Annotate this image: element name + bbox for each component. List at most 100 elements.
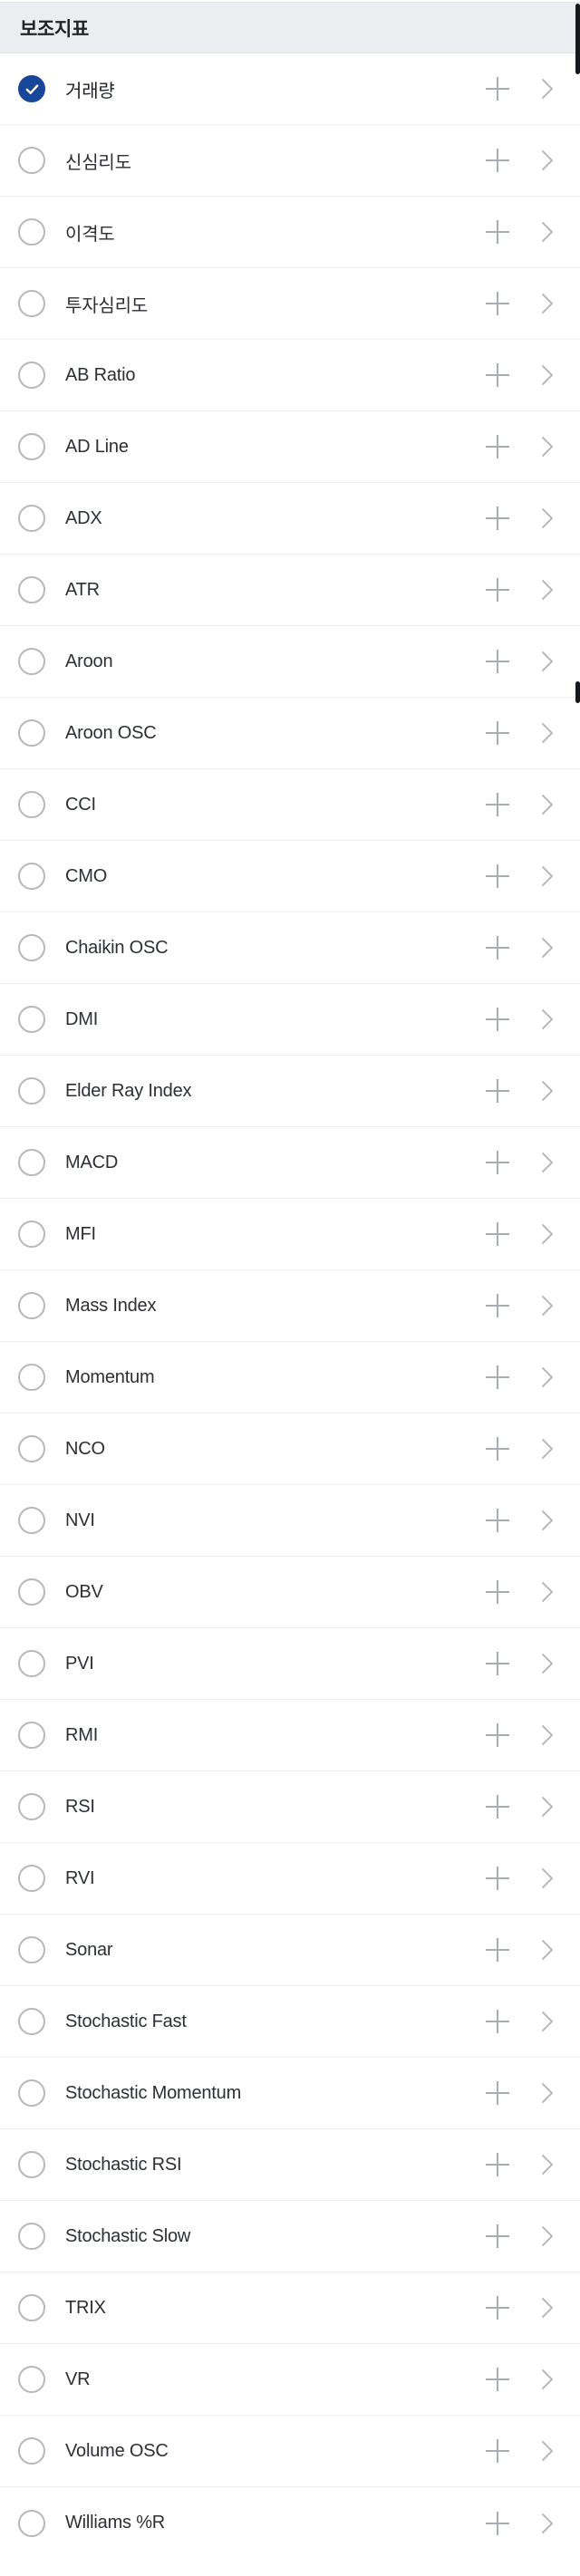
plus-icon[interactable] xyxy=(486,1294,509,1317)
indicator-row[interactable]: OBV xyxy=(0,1557,580,1628)
chevron-right-icon[interactable] xyxy=(540,2368,555,2391)
checkbox-unchecked-icon[interactable] xyxy=(18,2437,45,2465)
chevron-right-icon[interactable] xyxy=(540,936,555,960)
indicator-row[interactable]: NCO xyxy=(0,1413,580,1485)
checkbox-unchecked-icon[interactable] xyxy=(18,2079,45,2107)
chevron-right-icon[interactable] xyxy=(540,2512,555,2535)
plus-icon[interactable] xyxy=(486,721,509,745)
indicator-row[interactable]: Aroon xyxy=(0,626,580,698)
indicator-row[interactable]: VR xyxy=(0,2344,580,2416)
plus-icon[interactable] xyxy=(486,507,509,530)
chevron-right-icon[interactable] xyxy=(540,77,555,101)
checkbox-unchecked-icon[interactable] xyxy=(18,2509,45,2537)
indicator-row[interactable]: RSI xyxy=(0,1771,580,1843)
indicator-row[interactable]: PVI xyxy=(0,1628,580,1700)
chevron-right-icon[interactable] xyxy=(540,793,555,816)
plus-icon[interactable] xyxy=(486,793,509,816)
chevron-right-icon[interactable] xyxy=(540,1222,555,1246)
indicator-row[interactable]: Stochastic Fast xyxy=(0,1986,580,2058)
checkbox-unchecked-icon[interactable] xyxy=(18,2151,45,2178)
checkbox-unchecked-icon[interactable] xyxy=(18,1292,45,1319)
indicator-row[interactable]: Stochastic Momentum xyxy=(0,2058,580,2129)
chevron-right-icon[interactable] xyxy=(540,435,555,458)
indicator-row[interactable]: 투자심리도 xyxy=(0,268,580,340)
chevron-right-icon[interactable] xyxy=(540,507,555,530)
indicator-row[interactable]: Momentum xyxy=(0,1342,580,1413)
indicator-row[interactable]: Elder Ray Index xyxy=(0,1056,580,1127)
checkbox-unchecked-icon[interactable] xyxy=(18,1793,45,1820)
checkbox-unchecked-icon[interactable] xyxy=(18,1077,45,1105)
chevron-right-icon[interactable] xyxy=(540,1294,555,1317)
plus-icon[interactable] xyxy=(486,1509,509,1532)
checkbox-unchecked-icon[interactable] xyxy=(18,218,45,246)
chevron-right-icon[interactable] xyxy=(540,721,555,745)
checkbox-unchecked-icon[interactable] xyxy=(18,362,45,389)
plus-icon[interactable] xyxy=(486,1008,509,1031)
indicator-row[interactable]: Mass Index xyxy=(0,1270,580,1342)
chevron-right-icon[interactable] xyxy=(540,1795,555,1819)
checkbox-unchecked-icon[interactable] xyxy=(18,648,45,675)
plus-icon[interactable] xyxy=(486,1867,509,1890)
checkbox-unchecked-icon[interactable] xyxy=(18,1507,45,1534)
plus-icon[interactable] xyxy=(486,292,509,315)
plus-icon[interactable] xyxy=(486,1079,509,1103)
plus-icon[interactable] xyxy=(486,435,509,458)
checkbox-checked-icon[interactable] xyxy=(18,75,45,102)
chevron-right-icon[interactable] xyxy=(540,864,555,888)
chevron-right-icon[interactable] xyxy=(540,2224,555,2248)
chevron-right-icon[interactable] xyxy=(540,2010,555,2033)
indicator-row[interactable]: TRIX xyxy=(0,2272,580,2344)
plus-icon[interactable] xyxy=(486,1795,509,1819)
checkbox-unchecked-icon[interactable] xyxy=(18,1220,45,1248)
chevron-right-icon[interactable] xyxy=(540,292,555,315)
checkbox-unchecked-icon[interactable] xyxy=(18,433,45,460)
indicator-row[interactable]: Stochastic Slow xyxy=(0,2201,580,2272)
plus-icon[interactable] xyxy=(486,2010,509,2033)
plus-icon[interactable] xyxy=(486,1723,509,1747)
chevron-right-icon[interactable] xyxy=(540,2153,555,2176)
chevron-right-icon[interactable] xyxy=(540,1151,555,1174)
plus-icon[interactable] xyxy=(486,77,509,101)
plus-icon[interactable] xyxy=(486,578,509,602)
indicator-row[interactable]: Aroon OSC xyxy=(0,698,580,769)
plus-icon[interactable] xyxy=(486,1652,509,1675)
indicator-row[interactable]: AB Ratio xyxy=(0,340,580,411)
checkbox-unchecked-icon[interactable] xyxy=(18,1364,45,1391)
chevron-right-icon[interactable] xyxy=(540,149,555,172)
chevron-right-icon[interactable] xyxy=(540,1509,555,1532)
indicator-row[interactable]: RVI xyxy=(0,1843,580,1915)
chevron-right-icon[interactable] xyxy=(540,220,555,244)
plus-icon[interactable] xyxy=(486,2153,509,2176)
plus-icon[interactable] xyxy=(486,1365,509,1389)
chevron-right-icon[interactable] xyxy=(540,1652,555,1675)
chevron-right-icon[interactable] xyxy=(540,1723,555,1747)
chevron-right-icon[interactable] xyxy=(540,1079,555,1103)
checkbox-unchecked-icon[interactable] xyxy=(18,2366,45,2393)
indicator-row[interactable]: 신심리도 xyxy=(0,125,580,197)
chevron-right-icon[interactable] xyxy=(540,1008,555,1031)
chevron-right-icon[interactable] xyxy=(540,1365,555,1389)
plus-icon[interactable] xyxy=(486,936,509,960)
indicator-row[interactable]: DMI xyxy=(0,984,580,1056)
checkbox-unchecked-icon[interactable] xyxy=(18,934,45,961)
checkbox-unchecked-icon[interactable] xyxy=(18,576,45,603)
plus-icon[interactable] xyxy=(486,2511,509,2535)
checkbox-unchecked-icon[interactable] xyxy=(18,791,45,818)
checkbox-unchecked-icon[interactable] xyxy=(18,1650,45,1677)
chevron-right-icon[interactable] xyxy=(540,1867,555,1890)
checkbox-unchecked-icon[interactable] xyxy=(18,1865,45,1892)
indicator-row[interactable]: ADX xyxy=(0,483,580,555)
plus-icon[interactable] xyxy=(486,1580,509,1604)
indicator-row[interactable]: 이격도 xyxy=(0,197,580,268)
plus-icon[interactable] xyxy=(486,2439,509,2463)
chevron-right-icon[interactable] xyxy=(540,1938,555,1962)
indicator-row[interactable]: Chaikin OSC xyxy=(0,912,580,984)
checkbox-unchecked-icon[interactable] xyxy=(18,1936,45,1963)
checkbox-unchecked-icon[interactable] xyxy=(18,505,45,532)
chevron-right-icon[interactable] xyxy=(540,1437,555,1461)
plus-icon[interactable] xyxy=(486,1938,509,1962)
chevron-right-icon[interactable] xyxy=(540,363,555,387)
plus-icon[interactable] xyxy=(486,650,509,673)
checkbox-unchecked-icon[interactable] xyxy=(18,719,45,747)
plus-icon[interactable] xyxy=(486,2296,509,2320)
